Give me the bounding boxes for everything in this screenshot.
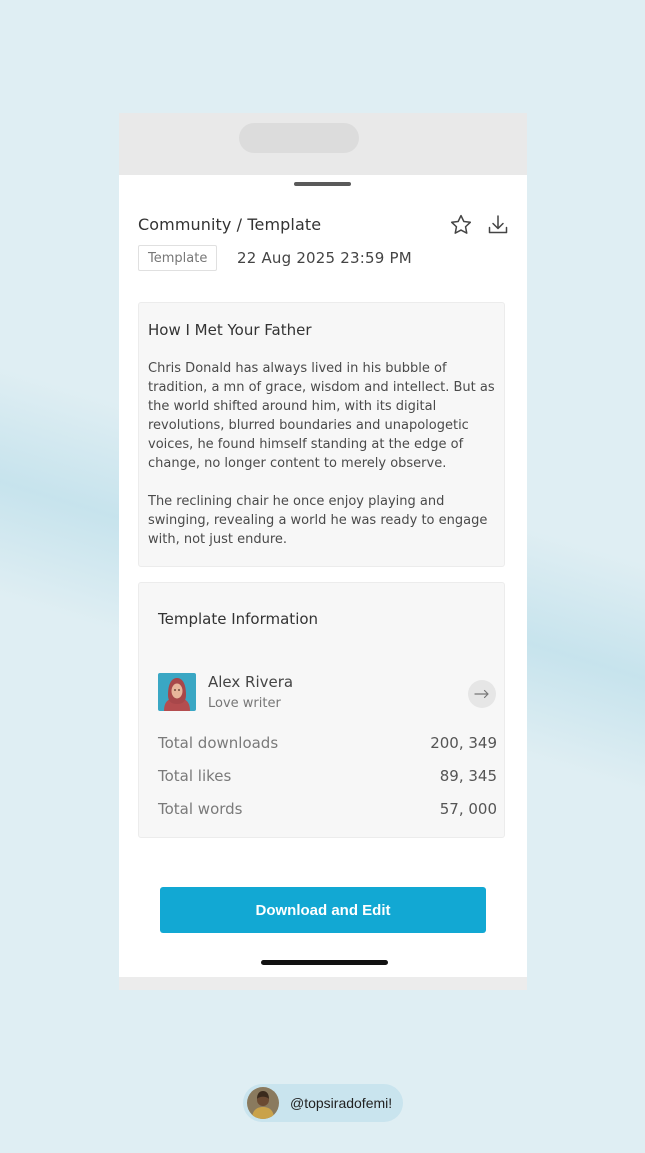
publish-date: 22 Aug 2025 23:59 PM <box>237 249 412 267</box>
story-card: How I Met Your Father Chris Donald has a… <box>138 302 505 567</box>
story-title: How I Met Your Father <box>148 321 312 339</box>
star-icon <box>450 214 472 234</box>
story-body: Chris Donald has always lived in his bub… <box>148 359 500 549</box>
author-profile-button[interactable] <box>468 680 496 708</box>
phone-bottom-bezel <box>119 977 527 990</box>
story-paragraph: Chris Donald has always lived in his bub… <box>148 361 495 471</box>
stat-row-words: Total words 57, 000 <box>158 800 497 822</box>
download-and-edit-button[interactable]: Download and Edit <box>160 887 486 933</box>
credit-badge[interactable]: @topsiradofemi! <box>243 1084 403 1122</box>
download-icon <box>488 215 508 234</box>
story-paragraph: The reclining chair he once enjoy playin… <box>148 494 488 547</box>
stat-label: Total downloads <box>158 734 279 752</box>
category-tag: Template <box>138 245 218 271</box>
credit-avatar <box>247 1087 279 1119</box>
stat-row-downloads: Total downloads 200, 349 <box>158 734 497 756</box>
stat-row-likes: Total likes 89, 345 <box>158 767 497 789</box>
credit-handle: @topsiradofemi! <box>290 1095 393 1111</box>
phone-frame: Community / Template Template 22 Aug 202… <box>119 113 527 990</box>
home-indicator <box>261 960 388 965</box>
stat-value: 200, 349 <box>430 734 497 752</box>
arrow-right-icon <box>474 689 489 699</box>
author-name: Alex Rivera <box>208 673 294 691</box>
stat-value: 89, 345 <box>439 767 497 785</box>
author-role: Love writer <box>208 696 281 711</box>
stat-value: 57, 000 <box>439 800 497 818</box>
phone-notch <box>239 123 359 153</box>
stat-label: Total words <box>158 800 243 818</box>
breadcrumb: Community / Template <box>138 215 322 234</box>
phone-status-area <box>119 113 527 175</box>
template-info-title: Template Information <box>158 610 319 628</box>
sheet-grab-handle[interactable] <box>294 182 351 186</box>
stat-label: Total likes <box>158 767 232 785</box>
download-button[interactable] <box>485 212 511 238</box>
author-avatar <box>158 673 196 711</box>
template-info-card: Template Information Alex Rivera Love wr… <box>138 582 505 838</box>
author-row[interactable]: Alex Rivera Love writer <box>158 673 497 715</box>
favorite-button[interactable] <box>448 212 474 238</box>
